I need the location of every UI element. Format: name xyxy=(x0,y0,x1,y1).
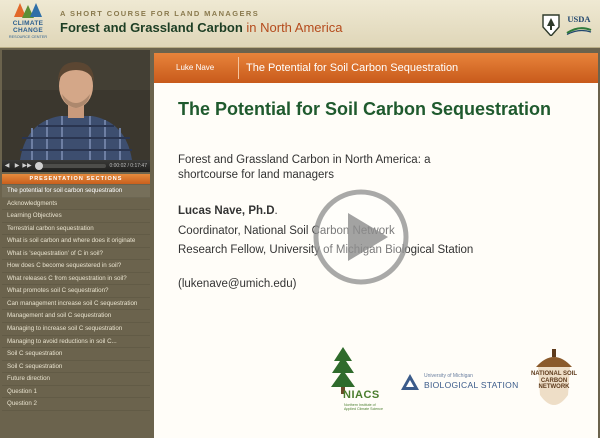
trees-icon xyxy=(14,3,42,18)
niacs-full-name: Northern Institute of Applied Climate Sc… xyxy=(344,403,383,412)
usda-swoosh-icon xyxy=(566,27,592,35)
logo-line2: CHANGE xyxy=(13,27,43,34)
slide-subtitle: Forest and Grassland Carbon in North Ame… xyxy=(178,154,431,181)
section-item[interactable]: Managing to avoid reductions in soil C..… xyxy=(2,336,150,349)
section-item[interactable]: Question 2 xyxy=(2,398,150,411)
main-panel: Luke Nave The Potential for Soil Carbon … xyxy=(152,48,600,438)
biostation-triangle-icon xyxy=(401,374,419,390)
slide: The Potential for Soil Carbon Sequestrat… xyxy=(154,83,598,438)
section-item[interactable]: Learning Objectives xyxy=(2,210,150,223)
usda-logo: USDA xyxy=(566,14,592,36)
speaker-name: Lucas Nave, Ph.D. xyxy=(178,205,278,217)
usda-label: USDA xyxy=(567,14,591,24)
biostation-name: BIOLOGICAL STATION xyxy=(424,380,519,390)
section-item[interactable]: Management and soil C sequestration xyxy=(2,310,150,324)
left-panel: ◀ ▶ ▶▶ 0:00:02 / 0:17:47 PRESENTATION SE… xyxy=(0,48,152,438)
section-item[interactable]: Managing to increase soil C sequestratio… xyxy=(2,323,150,336)
slide-title-bar: Luke Nave The Potential for Soil Carbon … xyxy=(154,53,598,83)
climate-change-resource-center-logo[interactable]: CLIMATE CHANGE RESOURCE CENTER xyxy=(6,3,50,45)
course-header: CLIMATE CHANGE RESOURCE CENTER A SHORT C… xyxy=(0,0,600,48)
play-button-overlay-icon[interactable] xyxy=(312,188,410,286)
biostation-university: University of Michigan xyxy=(424,373,473,379)
sections-header: PRESENTATION SECTIONS xyxy=(2,174,150,184)
logo-line3: RESOURCE CENTER xyxy=(8,35,48,39)
fast-forward-icon[interactable]: ▶▶ xyxy=(22,160,32,172)
rewind-icon[interactable]: ◀ xyxy=(2,160,12,172)
section-item[interactable]: How does C become sequestered in soil? xyxy=(2,260,150,273)
course-title: Forest and Grassland Carbon in North Ame… xyxy=(60,20,342,35)
forest-service-shield-icon xyxy=(542,14,560,36)
section-item[interactable]: What is 'sequestration' of C in soil? xyxy=(2,248,150,261)
presenter-name: Luke Nave xyxy=(176,63,215,72)
speaker-name-dot: . xyxy=(274,205,278,217)
section-item[interactable]: What is soil carbon and where does it or… xyxy=(2,235,150,248)
pine-tree-icon xyxy=(331,347,355,394)
section-item[interactable]: Soil C sequestration xyxy=(2,361,150,374)
slide-heading: The Potential for Soil Carbon Sequestrat… xyxy=(178,99,552,119)
soil-carbon-network-text: NATIONAL SOIL CARBON NETWORK xyxy=(530,371,578,390)
presenter-figure-icon xyxy=(2,50,150,160)
niacs-logo: NIACS Northern Institute of Applied Clim… xyxy=(326,345,386,415)
speaker-name-text: Lucas Nave, Ph.D xyxy=(178,205,275,217)
course-tagline: A SHORT COURSE FOR LAND MANAGERS xyxy=(60,9,260,18)
soil-carbon-network-logo: NATIONAL SOIL CARBON NETWORK xyxy=(526,345,582,415)
seek-bar[interactable] xyxy=(35,162,107,170)
playback-time: 0:00:02 / 0:17:47 xyxy=(109,163,147,169)
partner-logos: NIACS Northern Institute of Applied Clim… xyxy=(178,345,588,415)
course-title-suffix: in North America xyxy=(246,20,343,35)
biological-station-logo: University of Michigan BIOLOGICAL STATIO… xyxy=(400,373,520,403)
section-item[interactable]: The potential for soil carbon sequestrat… xyxy=(2,185,150,198)
logo-line1: CLIMATE xyxy=(12,20,44,27)
play-icon[interactable]: ▶ xyxy=(12,160,22,172)
agency-logos: USDA xyxy=(542,12,592,38)
section-item[interactable]: Acknowledgments xyxy=(2,198,150,211)
title-bar-divider xyxy=(238,57,239,79)
section-list: The potential for soil carbon sequestrat… xyxy=(2,185,150,411)
section-item[interactable]: Can management increase soil C sequestra… xyxy=(2,298,150,311)
slide-bar-title: The Potential for Soil Carbon Sequestrat… xyxy=(246,62,459,74)
section-item[interactable]: What releases C from sequestration in so… xyxy=(2,273,150,286)
section-item[interactable]: Terrestrial carbon sequestration xyxy=(2,223,150,236)
section-item[interactable]: Question 1 xyxy=(2,386,150,399)
niacs-name: NIACS xyxy=(343,389,380,401)
seek-knob[interactable] xyxy=(35,162,43,170)
section-item[interactable]: Future direction xyxy=(2,373,150,386)
video-controls: ◀ ▶ ▶▶ 0:00:02 / 0:17:47 xyxy=(2,160,150,172)
section-item[interactable]: Soil C sequestration xyxy=(2,348,150,361)
course-title-main: Forest and Grassland Carbon xyxy=(60,20,243,35)
section-item[interactable]: What promotes soil C sequestration? xyxy=(2,285,150,298)
presenter-video[interactable] xyxy=(2,50,150,160)
